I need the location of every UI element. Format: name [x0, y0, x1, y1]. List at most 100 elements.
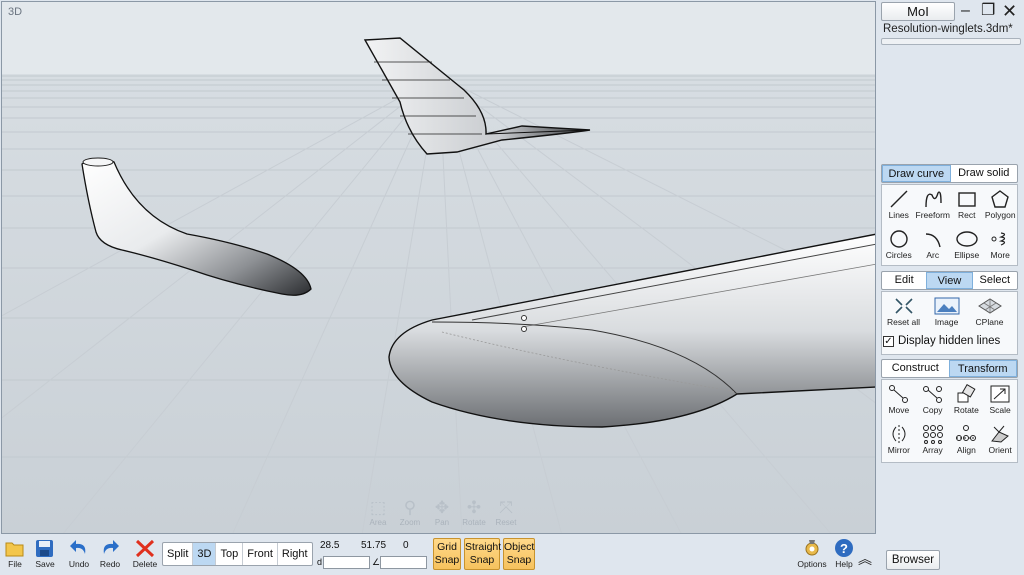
object-snap-toggle[interactable]: Object Snap [503, 538, 535, 570]
rect-label: Rect [957, 210, 976, 220]
viewport-label: 3D [8, 6, 23, 18]
straight-snap-toggle[interactable]: Straight Snap [464, 538, 502, 570]
coord-y: 51.75 [361, 540, 387, 551]
cplane-tool[interactable]: CPlane [968, 292, 1011, 332]
rotate-icon: ✣ [466, 498, 482, 517]
redo-button[interactable]: Redo [95, 538, 125, 569]
redo-label: Redo [99, 559, 121, 569]
browser-button[interactable]: Browser [886, 550, 940, 570]
coord-x: 28.5 [320, 540, 340, 551]
view-3d[interactable]: 3D [193, 543, 217, 565]
main-wing[interactable] [388, 233, 876, 428]
tab-draw-curve[interactable]: Draw curve [882, 165, 951, 182]
restore-icon[interactable]: ❐ [981, 1, 995, 21]
display-hidden-lines-option[interactable]: ✓ Display hidden lines [883, 335, 1000, 347]
straight-snap-line1: Straight [465, 541, 502, 553]
move-label: Move [888, 405, 910, 415]
view-front[interactable]: Front [243, 543, 278, 565]
undo-label: Undo [68, 559, 90, 569]
save-button[interactable]: Save [30, 538, 60, 569]
minimize-icon[interactable]: – [961, 1, 970, 21]
file-label: File [8, 559, 22, 569]
save-label: Save [35, 559, 55, 569]
rect-tool[interactable]: Rect [950, 185, 984, 225]
winglet-top[interactable] [363, 37, 591, 155]
align-tool[interactable]: Align [950, 420, 984, 460]
undo-button[interactable]: Undo [64, 538, 94, 569]
freeform-icon [925, 191, 942, 208]
image-label: Image [934, 317, 959, 327]
undo-icon [70, 540, 86, 554]
distance-input[interactable] [323, 556, 370, 569]
pan-button[interactable]: ✥ Pan [429, 498, 455, 527]
tab-construct[interactable]: Construct [882, 360, 949, 377]
arc-tool[interactable]: Arc [916, 225, 950, 265]
rotate-tool[interactable]: Rotate [950, 380, 984, 420]
expand-panel-button[interactable]: ︽ [855, 549, 875, 569]
view-right[interactable]: Right [278, 543, 312, 565]
view-top[interactable]: Top [216, 543, 244, 565]
options-button[interactable]: Options [795, 538, 829, 569]
help-label: Help [835, 559, 853, 569]
grid-snap-line2: Snap [434, 554, 460, 566]
options-gear-icon [805, 540, 819, 556]
transform-tools: Move Copy Rotate Scale Mirror Array Alig… [881, 379, 1018, 463]
reset-all-label: Reset all [886, 317, 921, 327]
delete-button[interactable]: Delete [130, 538, 160, 569]
lines-tool[interactable]: Lines [882, 185, 916, 225]
scale-tool[interactable]: Scale [983, 380, 1017, 420]
coordinate-input: 28.5 51.75 0 d ∠ [317, 538, 428, 571]
freeform-tool[interactable]: Freeform [916, 185, 950, 225]
cplane-label: CPlane [975, 317, 1004, 327]
polygon-tool[interactable]: Polygon [983, 185, 1017, 225]
winglet-left[interactable] [81, 157, 312, 296]
angle-input[interactable] [380, 556, 427, 569]
straight-snap-line2: Snap [469, 554, 495, 566]
tab-view[interactable]: View [926, 272, 973, 289]
ellipse-label: Ellipse [954, 250, 980, 260]
rotate-object-icon [957, 384, 976, 403]
reset-view-button[interactable]: ⤧ Reset [493, 498, 519, 527]
close-icon[interactable]: ✕ [1002, 1, 1017, 21]
more-tool[interactable]: More [983, 225, 1017, 265]
copy-tool[interactable]: Copy [916, 380, 950, 420]
mirror-label: Mirror [887, 445, 910, 455]
options-label: Options [797, 559, 827, 569]
object-snap-line2: Snap [506, 554, 532, 566]
tab-transform[interactable]: Transform [948, 360, 1017, 377]
reset-all-tool[interactable]: Reset all [882, 292, 925, 332]
tab-edit[interactable]: Edit [882, 272, 926, 289]
ellipse-icon [956, 231, 978, 247]
grid-snap-toggle[interactable]: Grid Snap [433, 538, 461, 570]
rotate-view-button[interactable]: ✣ Rotate [461, 498, 487, 527]
app-menu-button[interactable]: MoI [881, 2, 955, 21]
scale-label: Scale [989, 405, 1011, 415]
delete-label: Delete [132, 559, 158, 569]
move-tool[interactable]: Move [882, 380, 916, 420]
zoom-button[interactable]: ⚲ Zoom [397, 498, 423, 527]
bottom-toolbar: File Save Undo Redo Delete Split 3D Top … [0, 535, 877, 575]
construct-transform-tabs: Construct Transform [881, 359, 1018, 378]
mirror-icon [892, 425, 906, 443]
coord-z: 0 [403, 540, 409, 551]
3d-viewport[interactable]: 3D ⬚ Area ⚲ Zoom ✥ Pan ✣ Rotate ⤧ Reset [1, 1, 876, 534]
circles-tool[interactable]: Circles [882, 225, 916, 265]
ellipse-tool[interactable]: Ellipse [950, 225, 984, 265]
area-zoom-button[interactable]: ⬚ Area [365, 498, 391, 527]
tab-select[interactable]: Select [973, 272, 1017, 289]
orient-icon [991, 425, 1010, 443]
tab-draw-solid[interactable]: Draw solid [951, 165, 1018, 182]
orient-tool[interactable]: Orient [983, 420, 1017, 460]
mirror-tool[interactable]: Mirror [882, 420, 916, 460]
grid-snap-line1: Grid [437, 541, 457, 553]
delete-icon [135, 539, 155, 558]
hidden-lines-checkbox[interactable]: ✓ [883, 335, 894, 347]
svg-text:?: ? [840, 541, 848, 556]
image-tool[interactable]: Image [925, 292, 968, 332]
save-icon [36, 540, 53, 557]
file-button[interactable]: File [0, 538, 30, 569]
array-tool[interactable]: Array [916, 420, 950, 460]
folder-icon [5, 542, 24, 557]
rect-icon [958, 192, 976, 207]
view-split[interactable]: Split [163, 543, 194, 565]
